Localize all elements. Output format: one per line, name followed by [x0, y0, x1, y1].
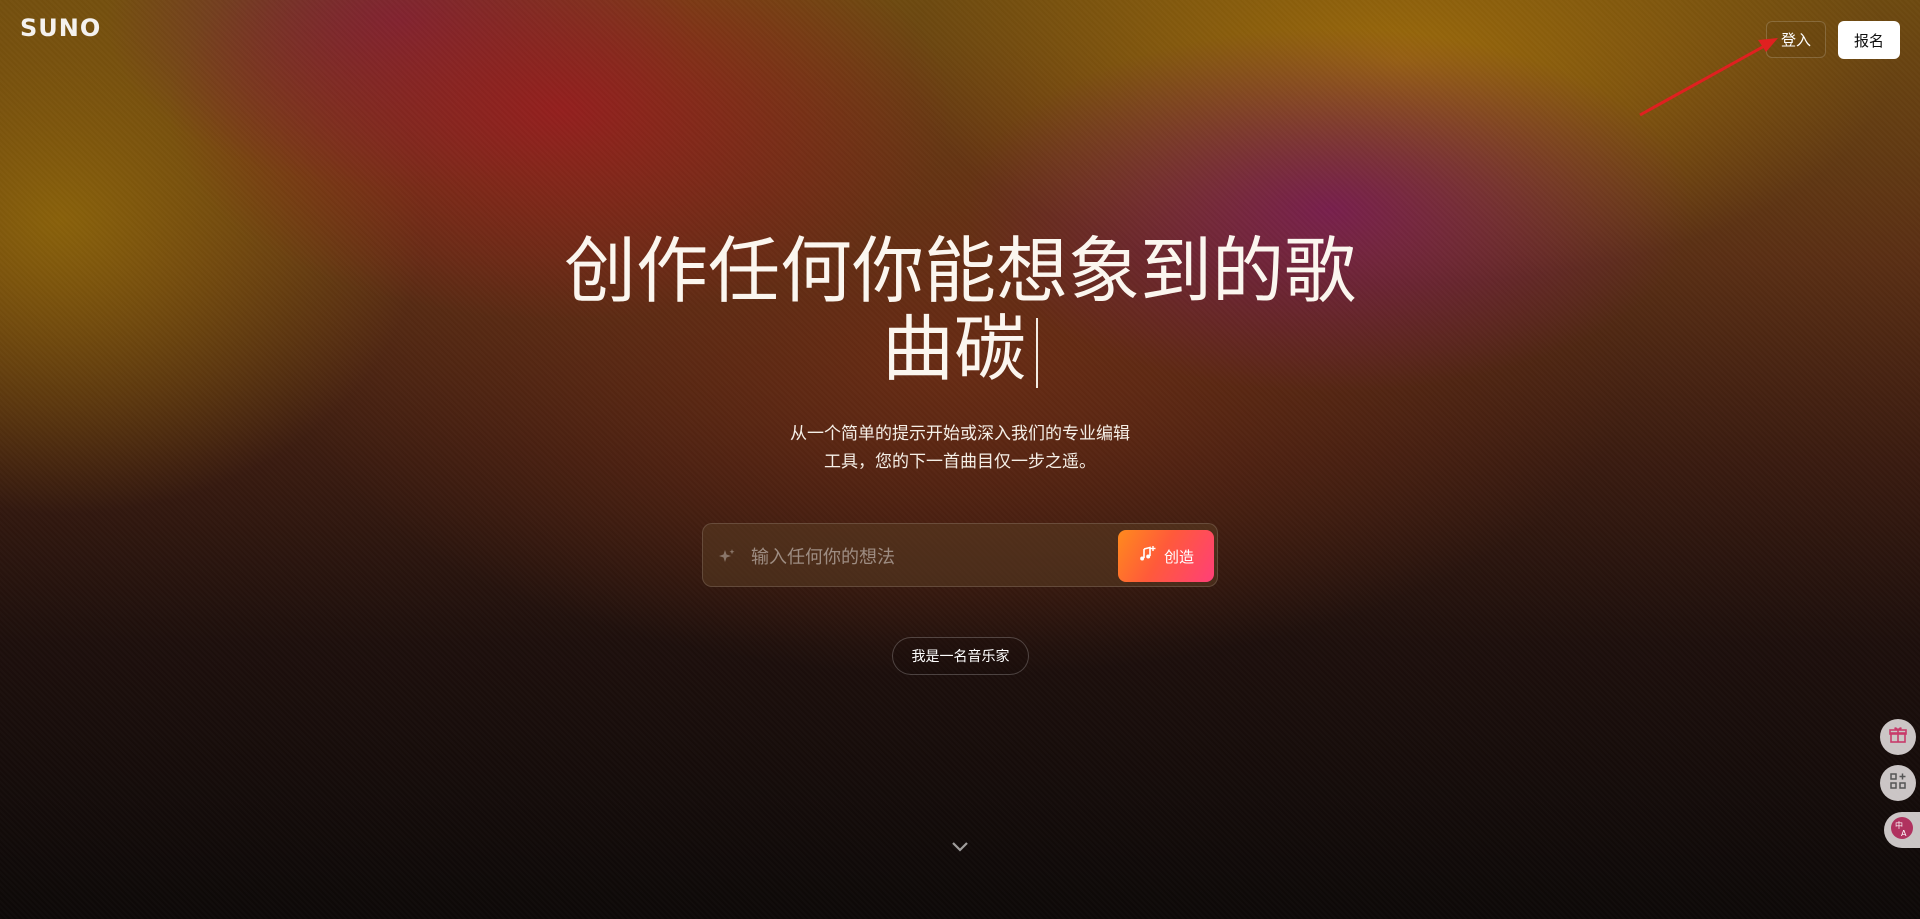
- chevron-down-icon[interactable]: [948, 834, 972, 858]
- hero-title-line2: 曲碳: [881, 307, 1026, 391]
- translate-icon: 中 A: [1890, 816, 1914, 844]
- hero-title: 创作任何你能想象到的歌 曲碳: [540, 232, 1380, 388]
- suno-logo[interactable]: SUNO: [20, 14, 101, 42]
- prompt-input[interactable]: [749, 536, 1113, 578]
- apps-button[interactable]: [1880, 765, 1916, 801]
- typing-caret: [1036, 318, 1038, 388]
- gift-icon: [1888, 725, 1908, 749]
- hero-subtitle-line1: 从一个简单的提示开始或深入我们的专业编辑: [790, 424, 1130, 444]
- musician-button[interactable]: 我是一名音乐家: [892, 637, 1029, 675]
- login-button[interactable]: 登入: [1766, 21, 1826, 58]
- signup-button[interactable]: 报名: [1838, 21, 1900, 59]
- apps-icon: [1888, 771, 1908, 795]
- hero-title-line1: 创作任何你能想象到的歌: [563, 229, 1356, 313]
- create-button[interactable]: 创造: [1118, 530, 1214, 582]
- sparkle-icon: [717, 546, 737, 566]
- create-button-label: 创造: [1163, 547, 1194, 566]
- gift-button[interactable]: [1880, 719, 1916, 755]
- hero-subtitle-line2: 工具，您的下一首曲目仅一步之遥。: [824, 452, 1096, 472]
- svg-text:A: A: [1901, 829, 1907, 838]
- page: SUNO 登入 报名 创作任何你能想象到的歌 曲碳 从一个简单的提示开始或深入我…: [0, 0, 1920, 919]
- hero-subtitle: 从一个简单的提示开始或深入我们的专业编辑 工具，您的下一首曲目仅一步之遥。: [760, 420, 1160, 476]
- translate-button[interactable]: 中 A: [1884, 812, 1920, 848]
- prompt-box: 创造: [702, 523, 1218, 587]
- music-note-plus-icon: [1138, 545, 1156, 567]
